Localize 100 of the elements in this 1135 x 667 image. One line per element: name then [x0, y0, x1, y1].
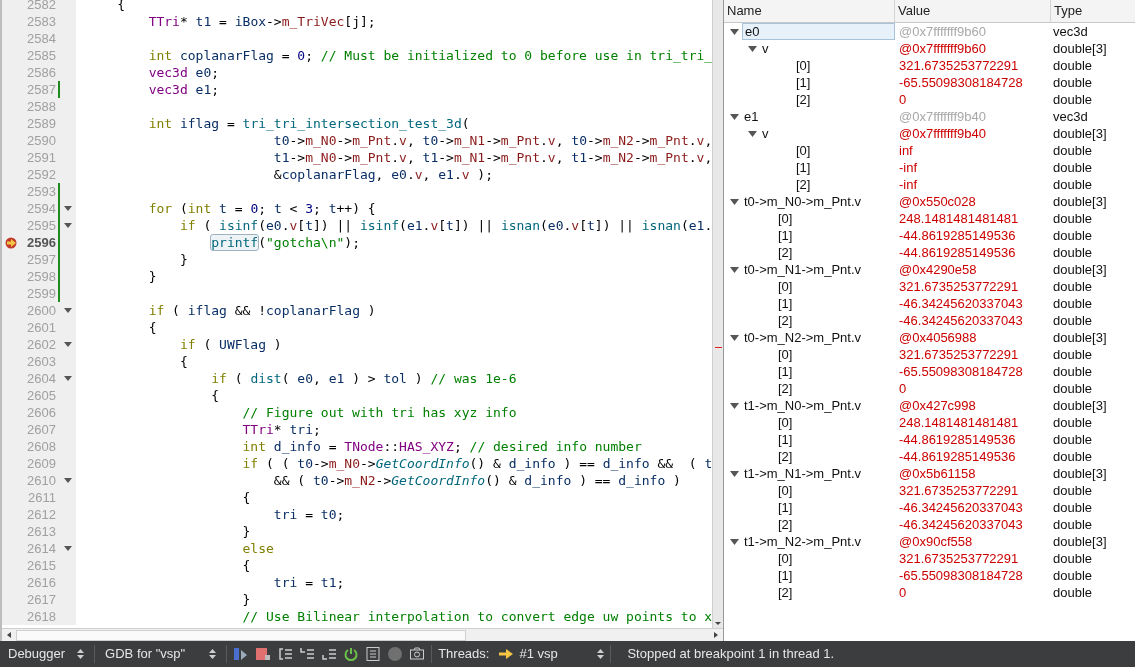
variable-name[interactable]: [0] — [760, 482, 793, 499]
fold-caret-icon[interactable] — [64, 308, 72, 313]
variable-type: double — [1052, 175, 1093, 194]
variable-type: double[3] — [1052, 328, 1107, 347]
variable-value: inf — [898, 141, 914, 160]
code-line: { — [148, 318, 157, 337]
step-over-icon[interactable] — [277, 646, 294, 662]
variable-name[interactable]: [0] — [760, 414, 793, 431]
code-line: if ( ( t0->m_N0->GetCoordInfo() & d_info ) == d_info && ( t — [242, 454, 712, 473]
variable-name[interactable]: e1 — [742, 108, 759, 125]
caret-down-icon[interactable] — [730, 113, 739, 120]
camera-icon[interactable] — [409, 646, 426, 662]
variable-name[interactable]: [1] — [760, 499, 793, 516]
variable-name[interactable]: [1] — [760, 295, 793, 312]
variable-name[interactable]: [1] — [760, 227, 793, 244]
code-line: } — [242, 590, 251, 609]
line-number: 2599 — [26, 284, 56, 303]
variable-type: double — [1052, 515, 1093, 534]
fold-caret-icon[interactable] — [64, 376, 72, 381]
column-header[interactable]: Name — [724, 0, 895, 22]
caret-down-icon[interactable] — [730, 538, 739, 545]
variable-type: double — [1052, 158, 1093, 177]
variable-type: vec3d — [1052, 22, 1088, 41]
variable-name[interactable]: t1->m_N1->m_Pnt.v — [742, 465, 862, 482]
caret-down-icon[interactable] — [748, 130, 757, 137]
variable-name[interactable]: t1->m_N0->m_Pnt.v — [742, 397, 862, 414]
fold-caret-icon[interactable] — [64, 223, 72, 228]
variable-type: double — [1052, 141, 1093, 160]
fold-caret-icon[interactable] — [64, 478, 72, 483]
variable-name[interactable]: v — [760, 125, 769, 142]
variable-name[interactable]: [0] — [760, 210, 793, 227]
variable-name[interactable]: v — [760, 40, 769, 57]
variable-name[interactable]: t0->m_N2->m_Pnt.v — [742, 329, 862, 346]
line-number: 2582 — [26, 0, 56, 14]
variable-name[interactable]: [2] — [778, 91, 811, 108]
variable-name[interactable]: [0] — [778, 142, 811, 159]
variable-name[interactable]: [1] — [760, 567, 793, 584]
variable-name[interactable]: [2] — [760, 244, 793, 261]
fold-caret-icon[interactable] — [64, 546, 72, 551]
variable-name[interactable]: [0] — [760, 346, 793, 363]
variable-value: -65.55098308184728 — [898, 362, 1024, 381]
variable-name[interactable]: [2] — [760, 584, 793, 601]
code-line: tri = t0; — [273, 505, 345, 524]
horizontal-scrollbar[interactable] — [2, 628, 723, 641]
caret-down-icon[interactable] — [748, 45, 757, 52]
code-line: t1->m_N0->m_Pnt.v, t1->m_N1->m_Pnt.v, t1->m_N2->m_Pnt.v, — [273, 148, 712, 167]
variable-name[interactable]: [2] — [760, 312, 793, 329]
variable-name[interactable]: [1] — [760, 363, 793, 380]
variable-name[interactable]: [1] — [778, 74, 811, 91]
list-icon[interactable] — [365, 646, 382, 662]
step-out-icon[interactable] — [321, 646, 338, 662]
variable-name[interactable]: [1] — [760, 431, 793, 448]
line-number: 2602 — [26, 335, 56, 354]
variable-type: double — [1052, 430, 1093, 449]
mode-dropdown[interactable]: Debugger — [8, 644, 89, 664]
column-header[interactable]: Value — [895, 0, 1051, 22]
thread-dropdown[interactable]: #1 vsp — [499, 644, 605, 664]
code-line: for (int t = 0; t < 3; t++) { — [148, 199, 376, 218]
caret-down-icon[interactable] — [730, 402, 739, 409]
variable-name[interactable]: [1] — [778, 159, 811, 176]
variable-value: -46.34245620337043 — [898, 311, 1024, 330]
variable-type: double — [1052, 294, 1093, 313]
line-number: 2605 — [26, 386, 56, 405]
code-line: &coplanarFlag, e0.v, e1.v ); — [273, 165, 493, 184]
variable-name[interactable]: [0] — [760, 550, 793, 567]
variable-value: @0x7fffffff9b40 — [898, 107, 987, 126]
column-header[interactable]: Type — [1051, 0, 1135, 22]
caret-down-icon[interactable] — [730, 28, 739, 35]
session-dropdown[interactable]: GDB for "vsp" — [101, 644, 221, 664]
variable-name[interactable]: t1->m_N2->m_Pnt.v — [742, 533, 862, 550]
updown-caret-icon — [77, 649, 85, 659]
caret-down-icon[interactable] — [730, 266, 739, 273]
line-number: 2595 — [26, 216, 56, 235]
variable-name[interactable]: e0 — [742, 23, 895, 40]
variable-name[interactable]: [2] — [760, 380, 793, 397]
variable-name[interactable]: [2] — [760, 448, 793, 465]
caret-down-icon[interactable] — [730, 470, 739, 477]
variable-name[interactable]: t0->m_N1->m_Pnt.v — [742, 261, 862, 278]
code-line: { — [211, 386, 220, 405]
variable-value: @0x7fffffff9b60 — [898, 39, 987, 58]
variable-name[interactable]: [2] — [778, 176, 811, 193]
fold-caret-icon[interactable] — [64, 206, 72, 211]
variable-name[interactable]: [0] — [760, 278, 793, 295]
fold-caret-icon[interactable] — [64, 342, 72, 347]
code-line: } — [242, 522, 251, 541]
variable-name[interactable]: [0] — [778, 57, 811, 74]
vertical-scrollbar[interactable] — [712, 0, 723, 628]
variable-value: 0 — [898, 379, 908, 398]
breakpoint-icon[interactable] — [5, 236, 19, 249]
caret-down-icon[interactable] — [730, 198, 739, 205]
line-number: 2606 — [26, 403, 56, 422]
variable-type: double[3] — [1052, 39, 1107, 58]
variable-value: @0x4056988 — [898, 328, 978, 347]
caret-down-icon[interactable] — [730, 334, 739, 341]
scrollbar-thumb[interactable] — [16, 629, 466, 641]
variable-name[interactable]: t0->m_N0->m_Pnt.v — [742, 193, 862, 210]
step-into-icon[interactable] — [299, 646, 316, 662]
stop-icon[interactable] — [255, 646, 272, 662]
variable-name[interactable]: [2] — [760, 516, 793, 533]
power-icon[interactable] — [343, 646, 360, 662]
